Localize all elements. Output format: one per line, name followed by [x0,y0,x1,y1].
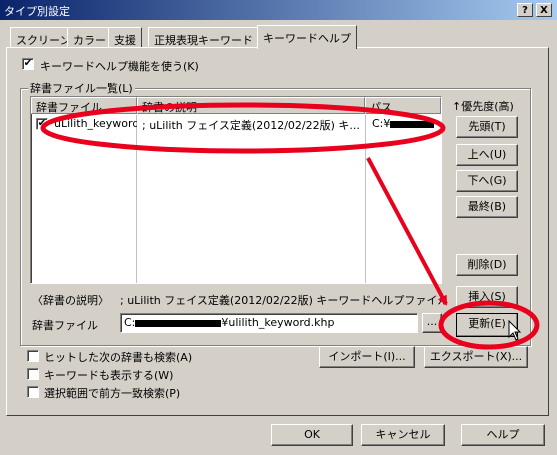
last-button[interactable]: 最終(B) [456,196,518,218]
insert-button[interactable]: 挿入(S) [456,286,518,308]
dict-file-input[interactable]: C: ¥ulilith_keyword.khp [120,313,418,333]
row-desc-cell: ; uLilith フェイス定義(2012/02/22版) キ... [142,119,360,132]
update-button[interactable]: 更新(E) [456,313,518,337]
import-button[interactable]: インポート(I)... [319,346,415,368]
dict-file-prefix: C: [124,316,136,329]
prefix-match-checkbox[interactable] [27,386,39,398]
tab-keyword-help[interactable]: キーワードヘルプ [257,25,357,49]
up-button[interactable]: 上へ(U) [456,144,518,166]
desc-value: ; uLilith フェイス定義(2012/02/22版) キーワードヘルプファ… [120,294,444,307]
row-path-cell: C:¥ [369,116,439,132]
show-keyword-label: キーワードも表示する(W) [44,369,174,382]
priority-label: ↑優先度(高) [452,100,514,113]
tab-color[interactable]: カラー [67,27,112,48]
column-header-desc[interactable]: 辞書の説明 [137,97,365,114]
use-keyword-help-label: キーワードヘルプ機能を使う(K) [40,60,199,73]
redaction-bar [390,120,435,128]
column-header-path[interactable]: パス [365,97,441,114]
help-title-button[interactable]: ? [517,3,533,17]
column-header-file[interactable]: 辞書ファイル [31,97,137,114]
delete-button[interactable]: 削除(D) [456,254,518,276]
redaction-bar [135,319,222,327]
show-keyword-checkbox[interactable] [27,368,39,380]
close-title-button[interactable]: X [536,3,552,17]
search-next-checkbox[interactable] [27,350,39,362]
search-next-label: ヒットした次の辞書も検索(A) [44,351,193,364]
desc-label: 〈辞書の説明〉 [32,294,109,307]
down-button[interactable]: 下へ(G) [456,170,518,192]
tab-support[interactable]: 支援 [108,27,142,48]
cancel-button[interactable]: キャンセル [361,424,445,446]
export-button[interactable]: エクスポート(X)... [424,346,528,368]
row-enable-checkbox[interactable]: ✔ [36,118,48,130]
help-button[interactable]: ヘルプ [461,424,545,446]
row-path-text: C:¥ [372,117,391,130]
ok-button[interactable]: OK [271,424,353,446]
row-file-cell[interactable]: uLilith_keyword... [51,116,137,132]
dict-list-group-label: 辞書ファイル一覧(L) [28,80,135,96]
dict-file-value: ¥ulilith_keyword.khp [221,316,335,329]
prefix-match-label: 選択範囲で前方一致検索(P) [44,387,181,400]
title-bar: タイプ別設定 ? X [0,0,557,20]
top-button[interactable]: 先頭(T) [456,116,518,138]
dict-file-label: 辞書ファイル [32,319,98,332]
browse-button[interactable]: ... [422,313,442,333]
tab-regex-keyword[interactable]: 正規表現キーワード [148,27,259,48]
use-keyword-help-checkbox[interactable]: ✔ [22,58,34,70]
window-title: タイプ別設定 [4,5,70,18]
dict-file-list[interactable]: 辞書ファイル 辞書の説明 パス ✔ uLilith_keyword... ; u… [30,96,442,284]
